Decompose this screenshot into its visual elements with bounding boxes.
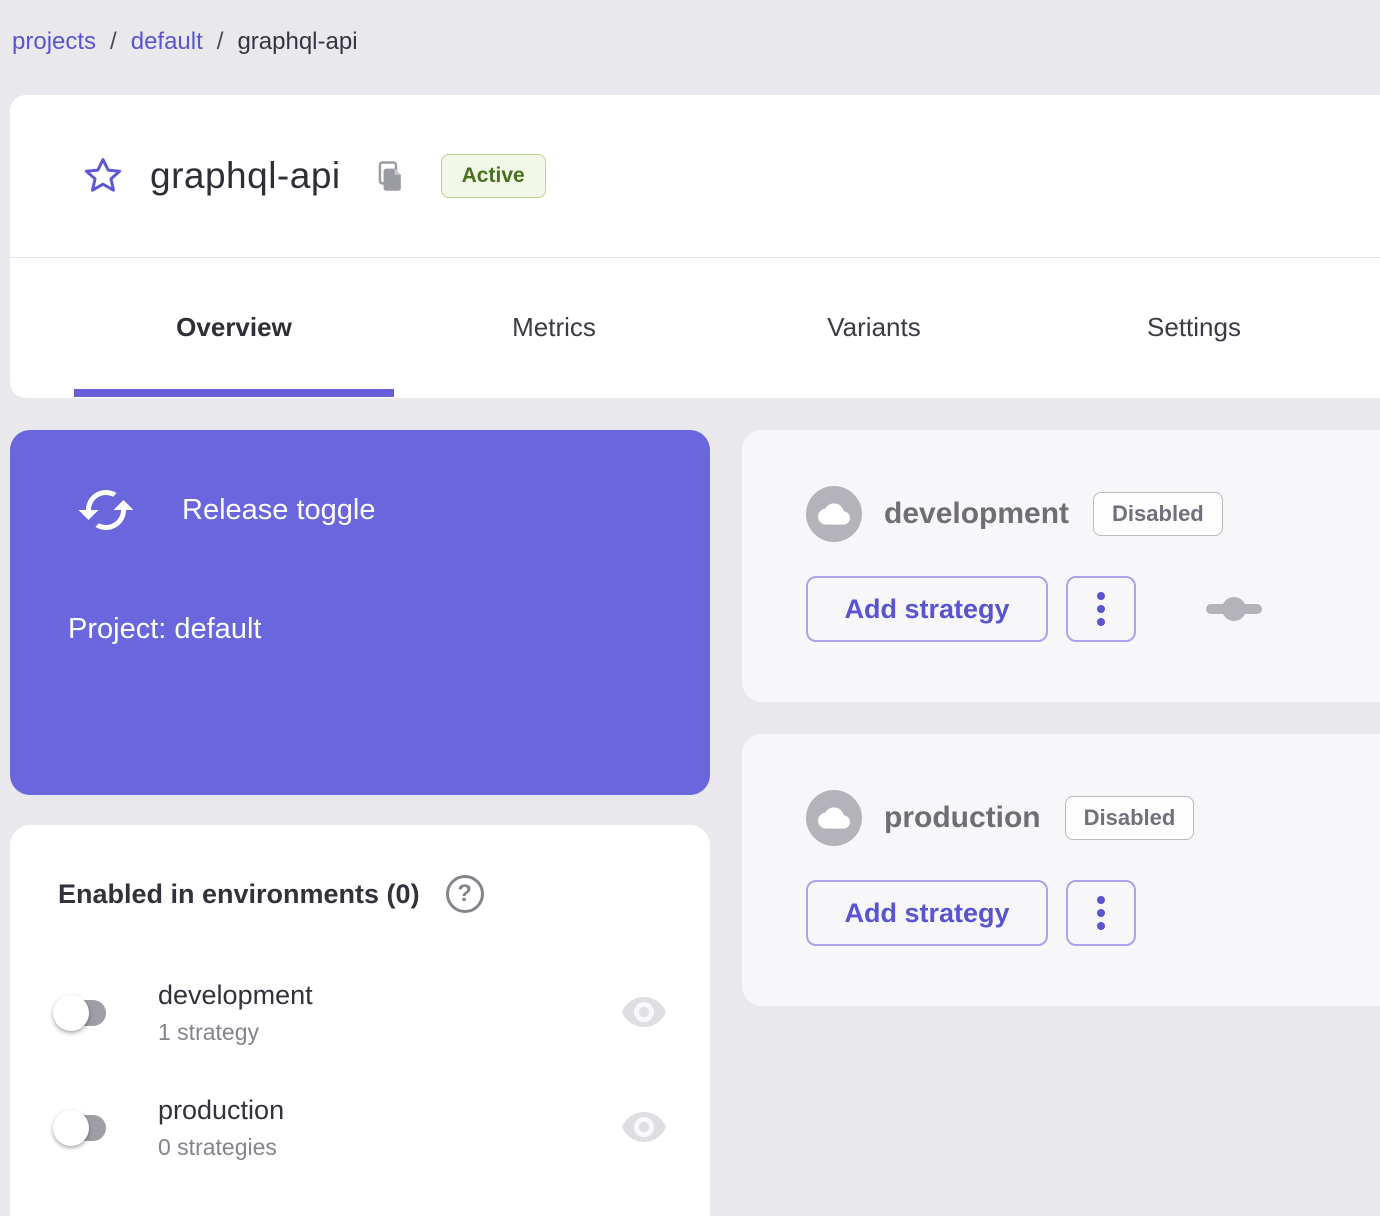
environment-row-development: development 1 strategy bbox=[10, 965, 710, 1061]
panel-header: production Disabled bbox=[806, 790, 1195, 846]
page-title: graphql-api bbox=[150, 155, 341, 196]
active-tab-underline bbox=[74, 389, 394, 397]
enabled-environments-card: Enabled in environments (0) ? developmen… bbox=[10, 825, 710, 1216]
release-toggle-icon bbox=[76, 480, 136, 540]
favorite-star-icon[interactable] bbox=[82, 155, 124, 197]
cloud-environment-icon bbox=[806, 790, 862, 846]
kebab-dot bbox=[1097, 618, 1105, 626]
add-strategy-button[interactable]: Add strategy bbox=[806, 880, 1048, 946]
environment-toggle-production[interactable] bbox=[53, 1110, 106, 1146]
panel-environment-name: production bbox=[884, 801, 1041, 834]
tab-settings[interactable]: Settings bbox=[1034, 258, 1354, 397]
environment-toggle-development[interactable] bbox=[53, 995, 106, 1031]
strategy-panel-production: production Disabled Add strategy bbox=[742, 734, 1380, 1006]
strategy-menu-kebab-button[interactable] bbox=[1066, 576, 1136, 642]
panel-header: development Disabled bbox=[806, 486, 1223, 542]
breadcrumb-current: graphql-api bbox=[237, 28, 358, 55]
tab-label: Variants bbox=[827, 312, 921, 342]
kebab-dot bbox=[1097, 896, 1105, 904]
visibility-eye-icon[interactable] bbox=[620, 1111, 668, 1145]
kebab-dot bbox=[1097, 592, 1105, 600]
breadcrumb: projects / default / graphql-api bbox=[12, 28, 358, 56]
environment-status-badge: Disabled bbox=[1064, 796, 1195, 840]
environment-status-badge: Disabled bbox=[1093, 492, 1223, 536]
enabled-environments-header: Enabled in environments (0) ? bbox=[58, 875, 484, 913]
tab-metrics[interactable]: Metrics bbox=[394, 258, 714, 397]
toggle-type-label: Release toggle bbox=[182, 493, 376, 526]
tab-label: Metrics bbox=[512, 312, 596, 342]
environment-name: development bbox=[158, 980, 313, 1010]
tab-variants[interactable]: Variants bbox=[714, 258, 1034, 397]
panel-environment-name: development bbox=[884, 497, 1070, 530]
toggle-type-row: Release toggle bbox=[76, 480, 375, 540]
strategy-menu-kebab-button[interactable] bbox=[1066, 880, 1136, 946]
feature-header-card: graphql-api Active Overview Metrics Vari… bbox=[10, 95, 1380, 398]
feature-title-row: graphql-api Active bbox=[10, 95, 1380, 258]
help-icon[interactable]: ? bbox=[445, 875, 484, 913]
toggle-summary-card: Release toggle Project: default No descr… bbox=[10, 430, 710, 1162]
kebab-dot bbox=[1097, 922, 1105, 930]
panel-actions: Add strategy bbox=[806, 880, 1136, 946]
project-feature-page: projects / default / graphql-api graphql… bbox=[0, 0, 1380, 1216]
tab-label: Overview bbox=[176, 312, 292, 342]
environment-strategy-count: 1 strategy bbox=[158, 1019, 259, 1045]
panel-actions: Add strategy bbox=[806, 576, 1262, 642]
breadcrumb-link-projects[interactable]: projects bbox=[12, 28, 96, 56]
tab-bar: Overview Metrics Variants Settings bbox=[10, 258, 1380, 397]
kebab-dot bbox=[1097, 605, 1105, 613]
environment-name: production bbox=[158, 1095, 285, 1125]
environment-strategy-count: 0 strategies bbox=[158, 1134, 277, 1160]
toggle-knob bbox=[53, 995, 89, 1031]
copy-icon[interactable] bbox=[375, 160, 405, 192]
visibility-eye-icon[interactable] bbox=[620, 996, 668, 1030]
cloud-environment-icon bbox=[806, 486, 862, 542]
breadcrumb-separator: / bbox=[216, 28, 224, 55]
environment-row-production: production 0 strategies bbox=[10, 1080, 710, 1176]
breadcrumb-link-default[interactable]: default bbox=[131, 28, 203, 56]
strategy-panel-development: development Disabled Add strategy bbox=[742, 430, 1380, 702]
enabled-environments-title: Enabled in environments (0) bbox=[58, 878, 420, 909]
add-strategy-button[interactable]: Add strategy bbox=[806, 576, 1048, 642]
project-label: Project: default bbox=[68, 613, 262, 645]
tab-overview[interactable]: Overview bbox=[74, 258, 394, 397]
tab-label: Settings bbox=[1147, 312, 1241, 342]
toggle-knob bbox=[53, 1110, 89, 1146]
breadcrumb-separator: / bbox=[110, 28, 117, 55]
slider-dot bbox=[1222, 597, 1246, 621]
rollout-strategy-icon bbox=[1206, 596, 1262, 622]
kebab-dot bbox=[1097, 909, 1105, 917]
status-badge: Active bbox=[440, 154, 546, 198]
